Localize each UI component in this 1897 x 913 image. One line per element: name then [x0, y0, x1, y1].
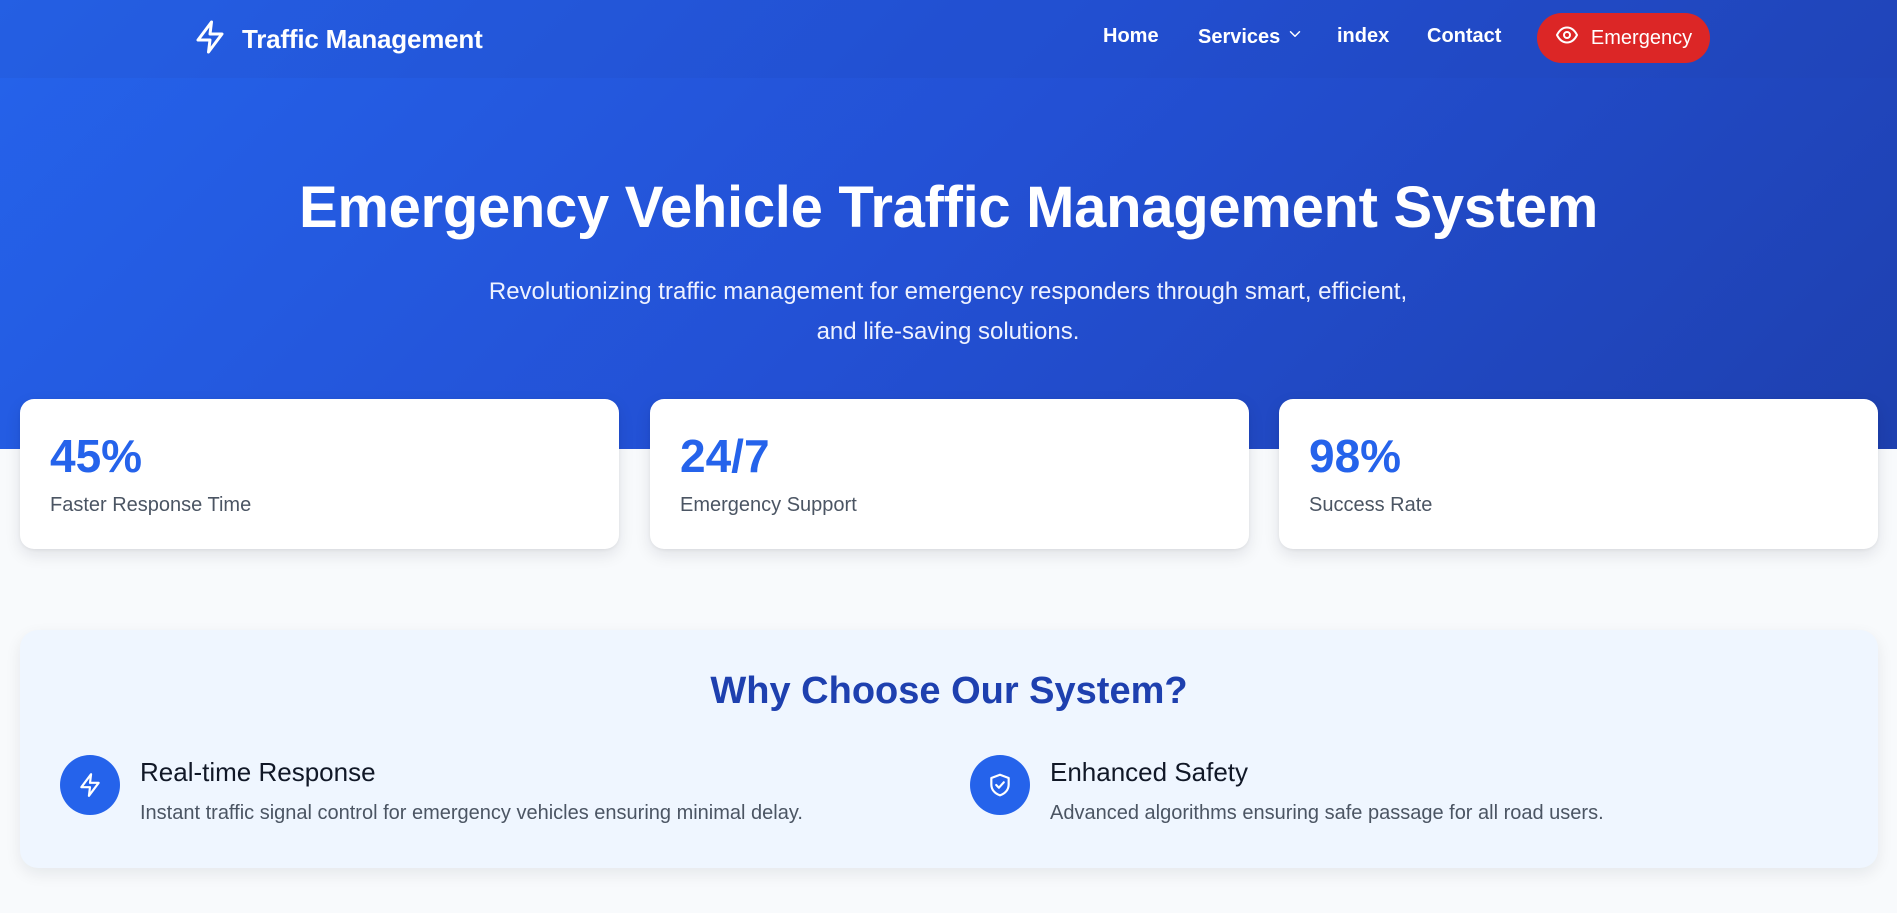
nav-link-services-label: Services [1198, 25, 1281, 48]
nav-links: Home Services index Contact Emergency [0, 13, 1897, 63]
lightning-bolt-icon [60, 755, 120, 815]
chevron-down-icon [1286, 25, 1304, 49]
stat-card-success: 98% Success Rate [1279, 399, 1878, 549]
stat-card-response: 45% Faster Response Time [20, 399, 619, 549]
nav-link-services[interactable]: Services [1198, 25, 1304, 49]
feature-title-safety: Enhanced Safety [1050, 757, 1249, 787]
nav-link-contact[interactable]: Contact [1427, 25, 1501, 48]
eye-icon [1555, 23, 1579, 53]
features-section: Why Choose Our System? Real-time Respons… [20, 630, 1878, 868]
hero-subtitle-line2: and life-saving solutions. [816, 318, 1080, 345]
stat-card-support: 24/7 Emergency Support [650, 399, 1249, 549]
hero-subtitle: Revolutionizing traffic management for e… [448, 272, 1448, 352]
stat-label: Emergency Support [680, 494, 857, 516]
stat-value: 98% [1309, 430, 1402, 482]
hero-section: Traffic Management Home Services index C… [0, 0, 1897, 449]
emergency-button-label: Emergency [1590, 26, 1693, 49]
nav-link-index[interactable]: index [1337, 25, 1389, 48]
stat-value: 24/7 [680, 430, 770, 482]
stat-value: 45% [50, 430, 143, 482]
feature-desc-safety: Advanced algorithms ensuring safe passag… [1050, 802, 1604, 824]
top-navbar: Traffic Management Home Services index C… [0, 0, 1897, 78]
nav-link-home[interactable]: Home [1103, 25, 1159, 48]
stat-label: Faster Response Time [50, 494, 252, 516]
hero-title: Emergency Vehicle Traffic Management Sys… [298, 175, 1599, 240]
shield-check-icon [970, 755, 1030, 815]
feature-desc-realtime: Instant traffic signal control for emerg… [140, 802, 803, 824]
emergency-button[interactable]: Emergency [1537, 13, 1710, 63]
features-title: Why Choose Our System? [710, 670, 1188, 712]
hero-subtitle-line1: Revolutionizing traffic management for e… [488, 278, 1408, 305]
feature-title-realtime: Real-time Response [140, 757, 376, 787]
stat-label: Success Rate [1309, 494, 1433, 516]
